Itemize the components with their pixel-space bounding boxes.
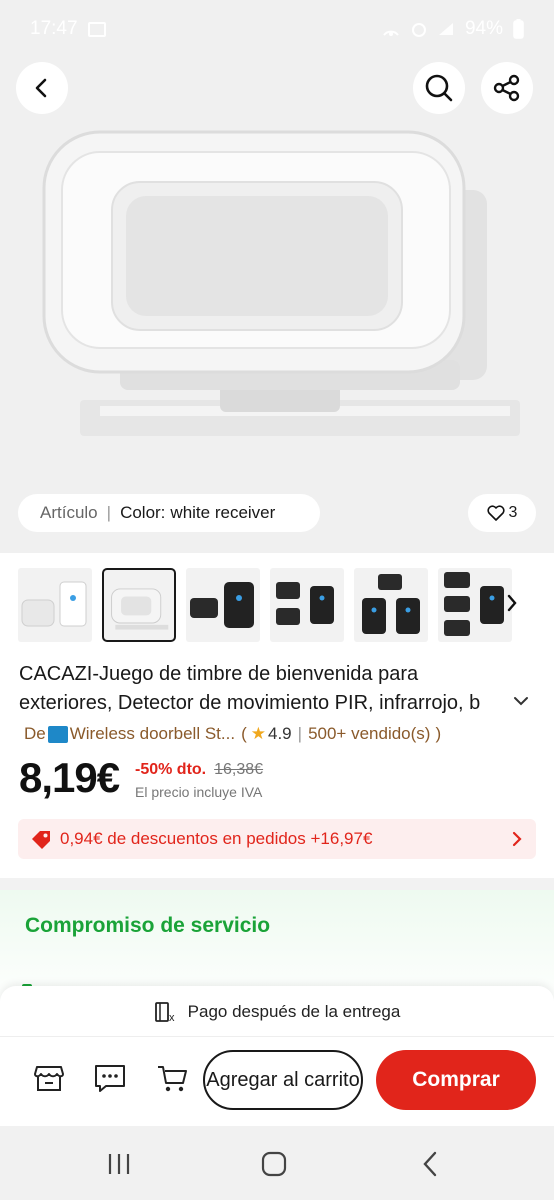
home-button[interactable] <box>254 1146 294 1182</box>
product-hero-image[interactable]: 17:47 94% Artículo | Color: white receiv… <box>0 0 554 553</box>
recent-apps-icon <box>108 1154 130 1174</box>
discount-percent: -50% dto. <box>135 761 207 778</box>
status-time: 17:47 <box>30 18 78 39</box>
product-title[interactable]: CACAZI-Juego de timbre de bienvenida par… <box>19 660 515 718</box>
promo-text: 0,94€ de descuentos en pedidos +16,97€ <box>60 829 373 848</box>
chevron-left-icon <box>35 78 47 98</box>
system-back-button[interactable] <box>410 1146 450 1182</box>
battery-percent: 94% <box>464 18 503 39</box>
expand-title-chevron-icon[interactable] <box>512 695 530 707</box>
chevron-right-icon <box>512 831 522 847</box>
thumbnail[interactable] <box>270 568 344 642</box>
store-button[interactable] <box>31 1060 67 1096</box>
star-icon: ★ <box>250 724 266 743</box>
search-button[interactable] <box>413 62 465 114</box>
thumbnail-next-arrow[interactable] <box>500 588 524 618</box>
buy-now-button[interactable]: Comprar <box>376 1050 536 1110</box>
coupon-promo-banner[interactable]: 0,94€ de descuentos en pedidos +16,97€ <box>18 819 536 859</box>
back-arrow-icon <box>423 1151 437 1177</box>
alarm-icon <box>411 23 426 37</box>
hotspot-icon <box>383 30 399 36</box>
thumbnail-selected[interactable] <box>102 568 176 642</box>
service-title[interactable]: Compromiso de servicio <box>25 914 270 938</box>
cash-on-delivery-icon: x <box>154 1002 175 1023</box>
pay-note-text: Pago después de la entrega <box>187 1002 401 1021</box>
tag-icon <box>32 831 50 849</box>
section-divider <box>0 878 554 890</box>
share-icon <box>493 74 520 102</box>
thumbnail[interactable] <box>186 568 260 642</box>
svg-text:x: x <box>169 1012 175 1023</box>
divider <box>0 1036 554 1037</box>
store-link[interactable]: De Wireless doorbell St... ( ★ 4.9 | 500… <box>24 724 441 744</box>
thumbnail[interactable] <box>354 568 428 642</box>
thumbnail-strip[interactable] <box>18 568 554 644</box>
cart-icon <box>158 1066 187 1092</box>
signal-icon <box>438 23 453 35</box>
status-bar: 17:47 94% <box>0 0 554 58</box>
color-label: Color: <box>120 503 166 522</box>
sold-count: 500+ vendido(s) <box>308 724 431 743</box>
add-to-cart-button[interactable]: Agregar al carrito <box>203 1050 363 1110</box>
back-button[interactable] <box>16 62 68 114</box>
cart-icon-button[interactable] <box>154 1060 190 1096</box>
thumbnail[interactable] <box>18 568 92 642</box>
original-price: 16,38€ <box>214 761 264 778</box>
share-button[interactable] <box>481 62 533 114</box>
store-icon <box>34 1066 64 1091</box>
chevron-right-icon <box>507 594 517 612</box>
current-price: 8,19€ <box>19 754 120 801</box>
store-prefix: De <box>24 724 46 743</box>
chat-button[interactable] <box>92 1060 128 1096</box>
wishlist-count: 3 <box>508 504 518 521</box>
chat-icon <box>95 1065 125 1092</box>
gallery-notification-icon <box>87 21 106 37</box>
home-icon <box>261 1151 287 1177</box>
search-icon <box>425 74 453 102</box>
recent-apps-button[interactable] <box>99 1146 139 1182</box>
article-variant-pill[interactable]: Artículo | Color: white receiver <box>18 494 320 532</box>
store-logo-icon <box>47 725 68 743</box>
color-value: white receiver <box>170 503 276 522</box>
motion-sensor-product-image <box>42 130 520 436</box>
pay-after-delivery-note: x Pago después de la entrega <box>0 998 554 1026</box>
discount-info: -50% dto. 16,38€ <box>135 761 263 779</box>
pill-separator: | <box>106 503 112 522</box>
article-label: Artículo <box>40 503 98 522</box>
battery-icon <box>513 19 524 39</box>
store-name: Wireless doorbell St... <box>69 724 236 743</box>
rating-value: 4.9 <box>268 724 292 743</box>
heart-icon <box>487 505 505 521</box>
wishlist-button[interactable]: 3 <box>468 494 536 532</box>
vat-note: El precio incluye IVA <box>135 784 263 800</box>
